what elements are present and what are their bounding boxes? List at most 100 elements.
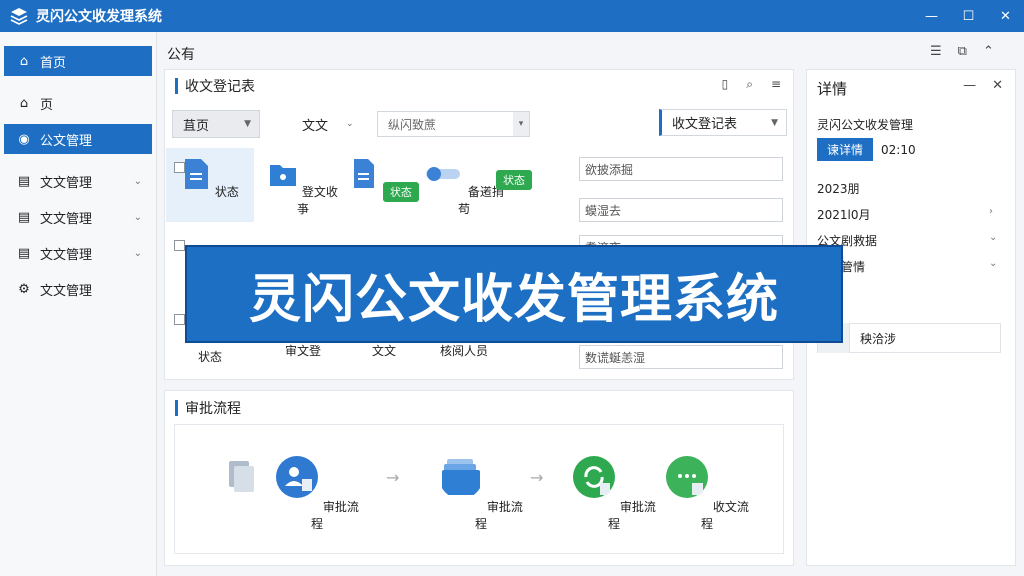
chevron-down-icon[interactable]: ⌄ <box>134 176 142 187</box>
sidebar-item-text-management-3[interactable]: ▤ 文文管理 ⌄ <box>4 238 152 268</box>
document-icon <box>354 159 375 188</box>
chevron-down-icon[interactable]: ⌄ <box>134 212 142 223</box>
title-banner: 灵闪公文收发管理系统 <box>185 245 843 343</box>
text-field[interactable]: 数谎蜒恙湿 <box>579 345 783 369</box>
sidebar-item-label: 文文管理 <box>40 175 93 191</box>
detail-row-label: 2023朋 <box>817 182 860 196</box>
flow-node-label: 审批流程 <box>607 500 656 531</box>
card-header: 审批流程 <box>175 399 241 417</box>
home-icon: ⌂ <box>19 53 29 69</box>
arrow-right-icon: → <box>386 468 400 487</box>
search-field-value: 纵闪致蔗 <box>388 117 437 132</box>
minimize-icon[interactable]: — <box>963 78 976 93</box>
folder-icon <box>270 165 297 186</box>
file-item-status[interactable]: 状态 <box>166 148 254 222</box>
text-select[interactable]: 文文 ⌄ <box>302 110 354 138</box>
close-icon[interactable]: ✕ <box>992 78 1003 93</box>
card-title: 收文登记表 <box>185 79 255 95</box>
maximize-button[interactable]: ☐ <box>950 0 987 32</box>
detail-item-label: 秧洽涉 <box>860 331 897 346</box>
detail-button[interactable]: 谏详情 <box>817 138 874 161</box>
flow-node-label: 收文流程 <box>700 500 749 531</box>
document-icon: ▤ <box>17 245 31 261</box>
file-item-label-row3[interactable]: 核阅人员 <box>424 342 504 359</box>
chevron-right-icon: › <box>989 206 993 217</box>
top-right-tools: ☰ ⧉ ⌃ <box>930 44 994 59</box>
detail-row: 2023朋 <box>817 180 860 197</box>
flow-node-approval-3[interactable]: 审批流程 <box>569 455 659 532</box>
document-icon: ▤ <box>17 173 31 189</box>
flow-node-label: 审批流程 <box>474 500 523 531</box>
title-bar: 灵闪公文收发理系统 — ☐ ✕ <box>0 0 1024 32</box>
home-icon: ⌂ <box>19 95 29 111</box>
menu-icon[interactable]: ≡ <box>771 77 781 92</box>
home-select-label: 苴页 <box>183 118 210 134</box>
file-item-received[interactable]: 登文收亊 <box>263 158 343 217</box>
phone-icon[interactable]: ▯ <box>722 77 729 92</box>
sidebar-item-document-management[interactable]: ◉ 公文管理 <box>4 124 152 154</box>
detail-item[interactable]: 秧洽涉 <box>817 323 1001 353</box>
chevron-down-icon: ⌄ <box>989 258 998 269</box>
sidebar: ⌂ 首页 ⌂ 页 ◉ 公文管理 ▤ 文文管理 ⌄ ▤ 文文管理 ⌄ ▤ 文文管理… <box>0 32 157 576</box>
card-tools: ▯ ⌕ ≡ <box>722 77 781 92</box>
detail-row[interactable]: 公文剧救据 ⌄ <box>817 232 1007 249</box>
window-title: 灵闪公文收发理系统 <box>36 9 162 25</box>
banner-text: 灵闪公文收发管理系统 <box>248 269 779 330</box>
detail-row[interactable]: 发文管情⌄ <box>817 258 1007 275</box>
file-item-status-badge[interactable]: 状态 <box>344 158 424 202</box>
chevron-down-icon: ⌄ <box>989 232 998 243</box>
files-icon <box>229 461 254 492</box>
folder-stack-icon <box>442 459 481 495</box>
app-window: 灵闪公文收发理系统 — ☐ ✕ ⌂ 首页 ⌂ 页 ◉ 公文管理 ▤ 文文管理 ⌄… <box>0 0 1024 576</box>
status-badge: 状态 <box>496 170 532 190</box>
row-checkbox[interactable] <box>174 162 185 173</box>
sidebar-item-label: 文文管理 <box>40 247 93 263</box>
list-view-icon[interactable]: ☰ <box>930 44 942 59</box>
export-icon[interactable]: ⧉ <box>958 44 967 59</box>
chevron-down-icon[interactable]: ▾ <box>513 112 529 136</box>
sidebar-item-label: 页 <box>40 97 54 113</box>
flow-node-approval-2[interactable]: 审批流程 <box>436 455 526 532</box>
chevron-down-icon: ⌄ <box>346 119 354 129</box>
row-checkbox[interactable] <box>174 240 185 251</box>
shield-icon: ◉ <box>18 131 30 147</box>
file-item-label: 登文收亊 <box>296 185 338 216</box>
file-item-label-row3[interactable]: 状态 <box>170 348 250 365</box>
sidebar-item-text-management-1[interactable]: ▤ 文文管理 ⌄ <box>4 166 152 196</box>
minimize-button[interactable]: — <box>913 0 950 32</box>
sidebar-item-text-management-4[interactable]: ⚙ 文文管理 <box>4 274 152 304</box>
sidebar-item-label: 文文管理 <box>40 283 93 299</box>
sidebar-item-label: 文文管理 <box>40 211 93 227</box>
sidebar-item-label: 首页 <box>40 55 67 71</box>
sidebar-item-page[interactable]: ⌂ 页 <box>4 88 152 118</box>
text-select-label: 文文 <box>302 118 329 134</box>
row-checkbox[interactable] <box>174 314 185 325</box>
gear-icon: ⚙ <box>18 281 30 297</box>
sidebar-item-text-management-2[interactable]: ▤ 文文管理 ⌄ <box>4 202 152 232</box>
detail-title: 详情 <box>817 80 848 98</box>
detail-row[interactable]: 2021l0月 › <box>817 206 1007 223</box>
flow-node-receive[interactable]: 收文流程 <box>662 455 752 532</box>
app-logo-icon <box>10 8 28 25</box>
search-field[interactable]: 纵闪致蔗 ▾ <box>377 111 530 137</box>
text-field[interactable]: 欲披添掘 <box>579 157 783 181</box>
file-item-prep[interactable]: 备逽捎苟 <box>424 158 504 217</box>
chat-icon <box>666 456 709 498</box>
text-field[interactable]: 蟆湿去 <box>579 198 783 222</box>
file-item-label-row3[interactable]: 文文 <box>344 342 424 359</box>
home-select[interactable]: 苴页 ▼ <box>172 110 260 138</box>
register-select[interactable]: 收文登记表 ▼ <box>659 109 787 136</box>
close-button[interactable]: ✕ <box>987 0 1024 32</box>
collapse-icon[interactable]: ⌃ <box>983 44 994 59</box>
flow-node-approval-1[interactable]: 审批流程 <box>272 455 362 532</box>
detail-row-label: 2021l0月 <box>817 208 871 222</box>
file-item-label-row3[interactable]: 审文登 <box>263 342 343 359</box>
card-header: 收文登记表 <box>175 77 255 95</box>
chevron-down-icon[interactable]: ⌄ <box>134 248 142 259</box>
search-icon[interactable]: ⌕ <box>746 77 753 92</box>
sidebar-item-home[interactable]: ⌂ 首页 <box>4 46 152 76</box>
flow-node-label: 审批流程 <box>310 500 359 531</box>
user-approve-icon <box>276 456 319 498</box>
card-title: 审批流程 <box>185 401 241 417</box>
toggle-icon <box>426 167 461 181</box>
